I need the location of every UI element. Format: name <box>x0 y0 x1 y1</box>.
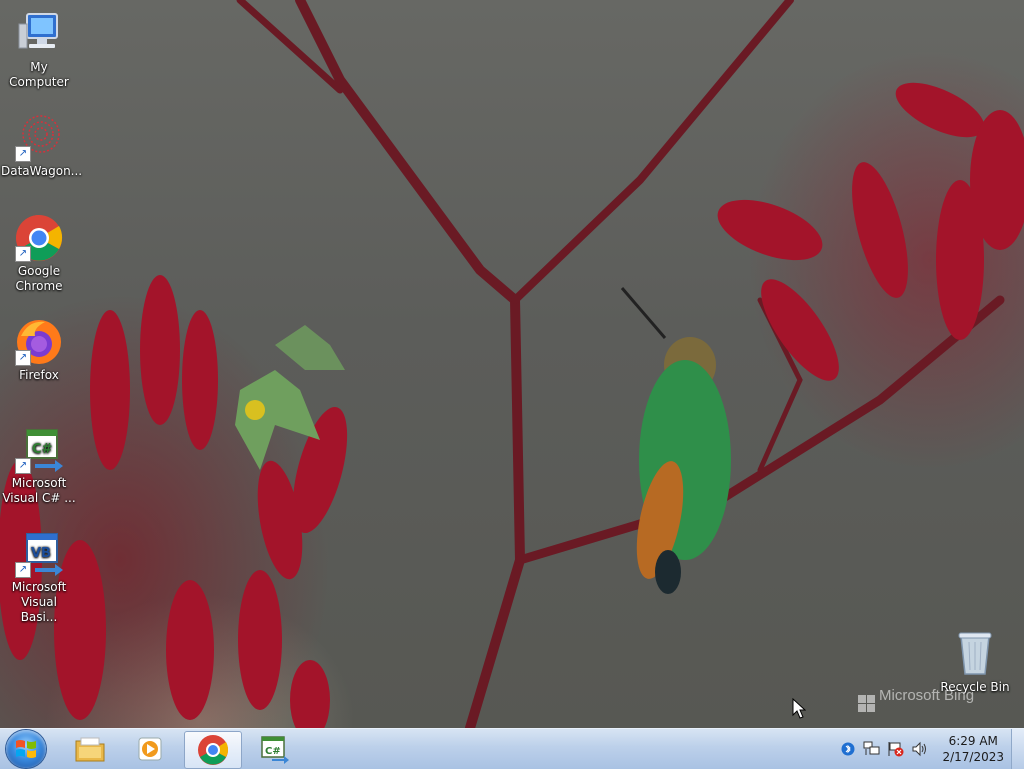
show-desktop-button[interactable] <box>1011 729 1024 769</box>
mouse-cursor-icon <box>792 698 806 719</box>
computer-icon <box>15 10 63 58</box>
desktop-icon-firefox[interactable]: ↗ Firefox <box>1 318 77 383</box>
taskbar-clock[interactable]: 6:29 AM 2/17/2023 <box>942 733 1004 765</box>
chrome-icon: ↗ <box>15 214 63 262</box>
windows-start-icon <box>16 740 36 758</box>
taskbar-media-player[interactable] <box>122 731 178 767</box>
svg-text:C#: C# <box>32 442 53 457</box>
taskbar-chrome[interactable] <box>184 731 242 769</box>
action-center-tray-button[interactable] <box>887 740 905 758</box>
desktop-icon-datawagon[interactable]: ↗ DataWagon... <box>1 114 83 179</box>
chrome-icon <box>198 735 229 765</box>
taskbar-visual-csharp[interactable]: C# <box>246 731 302 767</box>
firefox-icon: ↗ <box>15 318 63 366</box>
action-center-flag-icon <box>888 742 904 757</box>
volume-tray-button[interactable] <box>911 740 929 758</box>
bing-watermark: Microsoft Bing <box>858 687 974 712</box>
clock-time: 6:29 AM <box>948 734 998 748</box>
desktop-icon-label: Firefox <box>19 368 59 382</box>
media-player-icon <box>138 737 162 761</box>
desktop-icon-label: My Computer <box>9 60 69 89</box>
desktop-icon-my-computer[interactable]: My Computer <box>1 10 77 90</box>
taskbar-file-explorer[interactable] <box>62 731 118 767</box>
svg-text:C#: C# <box>265 746 281 757</box>
shortcut-arrow-icon: ↗ <box>15 562 31 578</box>
desktop-icon-google-chrome[interactable]: ↗ Google Chrome <box>1 214 77 294</box>
bluetooth-icon <box>841 742 855 756</box>
desktop-icon-label: Microsoft Visual Basi... <box>11 580 67 624</box>
network-tray-button[interactable] <box>863 740 881 758</box>
wallpaper-image <box>0 0 1024 728</box>
taskbar: C# 6:29 AM 2/17/2023 <box>0 728 1024 769</box>
desktop[interactable]: My Computer ↗ DataWagon... ↗ Google Chro… <box>0 0 1024 728</box>
visual-basic-icon: VB ↗ <box>15 530 63 578</box>
file-explorer-icon <box>75 737 105 762</box>
clock-date: 2/17/2023 <box>942 750 1004 764</box>
network-icon <box>863 741 880 755</box>
recycle-bin-icon <box>951 630 999 678</box>
start-button[interactable] <box>6 730 46 768</box>
datawagon-icon: ↗ <box>15 114 63 162</box>
desktop-icon-visual-csharp[interactable]: C# ↗ Microsoft Visual C# ... <box>1 426 77 506</box>
system-tray: 6:29 AM 2/17/2023 <box>836 729 1010 769</box>
watermark-text: Microsoft Bing <box>879 687 975 704</box>
visual-csharp-icon: C# ↗ <box>15 426 63 474</box>
svg-text:VB: VB <box>31 546 51 561</box>
visual-csharp-icon: C# <box>261 736 289 764</box>
volume-icon <box>912 741 927 757</box>
shortcut-arrow-icon: ↗ <box>15 246 31 262</box>
desktop-icon-recycle-bin[interactable]: Recycle Bin <box>937 630 1013 695</box>
desktop-icon-label: Google Chrome <box>15 264 63 293</box>
shortcut-arrow-icon: ↗ <box>15 458 31 474</box>
bluetooth-tray-button[interactable] <box>839 740 857 758</box>
shortcut-arrow-icon: ↗ <box>15 146 31 162</box>
microsoft-logo-icon <box>858 695 875 712</box>
shortcut-arrow-icon: ↗ <box>15 350 31 366</box>
desktop-icon-visual-basic[interactable]: VB ↗ Microsoft Visual Basi... <box>1 530 77 625</box>
desktop-icon-label: Microsoft Visual C# ... <box>2 476 76 505</box>
desktop-icon-label: DataWagon... <box>1 164 83 178</box>
